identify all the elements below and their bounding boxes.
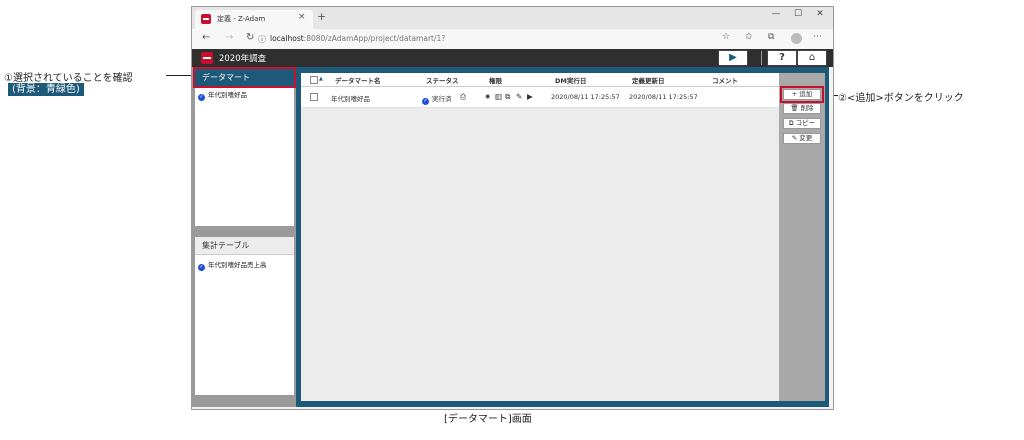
more-menu-icon[interactable]: ⋯ xyxy=(813,32,822,42)
app-logo-icon xyxy=(201,52,213,64)
datamart-list-item[interactable]: ✓ 年代別嗜好品 xyxy=(198,89,247,101)
highlight-datamart-header xyxy=(193,67,296,88)
header-divider xyxy=(761,51,762,65)
browser-window: 定義 - Z-Adam × + — ☐ ✕ ← → ↻ ⓘ localhost:… xyxy=(191,6,834,410)
column-header-comment[interactable]: コメント xyxy=(712,75,738,85)
select-all-checkbox[interactable] xyxy=(310,76,318,84)
delete-row-icon[interactable]: ▥ xyxy=(495,92,502,101)
annotation-line-left xyxy=(166,75,193,76)
url-host: localhost xyxy=(270,34,304,43)
row-def-date: 2020/08/11 17:25:57 xyxy=(629,93,698,101)
row-status-label: 実行済 xyxy=(432,95,452,103)
project-title: 2020年調査 xyxy=(219,54,267,64)
aggregate-list-item[interactable]: ✓ 年代別嗜好品売上高 xyxy=(198,259,267,271)
check-icon: ✓ xyxy=(198,264,205,271)
profile-avatar[interactable] xyxy=(791,33,802,44)
status-check-icon: ✓ xyxy=(422,98,429,105)
annotation-background-note: (背景：青緑色) xyxy=(8,83,84,96)
maximize-icon[interactable]: ☐ xyxy=(789,9,807,19)
table-row[interactable]: 年代別嗜好品 ✓ 実行済 ⎙ ◉ ▥ ⧉ ✎ ▶ 2020/08/11 17:25… xyxy=(301,87,779,108)
annotation-add-note: ②<追加>ボタンをクリック xyxy=(838,93,964,104)
figure-caption: [データマート]画面 xyxy=(444,414,532,425)
column-header-permission[interactable]: 権限 xyxy=(489,75,502,85)
aggregate-panel-header[interactable]: 集計テーブル xyxy=(195,237,294,255)
run-button[interactable]: ▶ xyxy=(718,50,748,66)
browser-tab[interactable]: 定義 - Z-Adam × xyxy=(195,10,313,29)
address-bar: ← → ↻ ⓘ localhost:8080/zAdamApp/project/… xyxy=(192,29,833,50)
column-header-name[interactable]: データマート名 xyxy=(335,75,381,85)
app-favicon-icon xyxy=(201,14,211,24)
run-row-icon[interactable]: ▶ xyxy=(527,92,533,101)
print-icon[interactable]: ⎙ xyxy=(460,92,466,102)
site-info-icon[interactable]: ⓘ xyxy=(258,34,266,45)
datamart-table xyxy=(301,73,779,401)
tab-bar: 定義 - Z-Adam × + — ☐ ✕ xyxy=(192,7,833,29)
copy-row-icon[interactable]: ⧉ xyxy=(505,92,510,102)
row-checkbox[interactable] xyxy=(310,93,318,101)
forward-icon[interactable]: → xyxy=(225,32,233,43)
help-button[interactable]: ? xyxy=(767,50,797,66)
app-header: 2020年調査 ▶ ? ⌂ xyxy=(192,49,833,67)
copy-button[interactable]: ⧉ コピー xyxy=(783,118,821,129)
column-header-dm-date[interactable]: DM実行日 xyxy=(555,75,586,85)
url-path: :8080/zAdamApp/project/datamart/1? xyxy=(303,34,446,43)
reload-icon[interactable]: ↻ xyxy=(246,32,254,43)
check-icon: ✓ xyxy=(198,94,205,101)
window-close-icon[interactable]: ✕ xyxy=(811,9,829,19)
column-header-status[interactable]: ステータス xyxy=(426,75,459,85)
annotation-select-note: ①選択されていることを確認 xyxy=(4,73,133,84)
view-icon[interactable]: ◉ xyxy=(485,93,490,100)
collections-icon[interactable]: ⧉ xyxy=(768,32,774,42)
home-button[interactable]: ⌂ xyxy=(797,50,827,66)
tab-close-icon[interactable]: × xyxy=(298,12,306,22)
sort-icon[interactable]: ▲ xyxy=(319,76,323,82)
table-header-row: ▲ データマート名 ステータス 権限 DM実行日 定義更新日 コメント xyxy=(301,73,779,87)
aggregate-panel-title: 集計テーブル xyxy=(202,241,250,250)
aggregate-item-label: 年代別嗜好品売上高 xyxy=(208,261,267,269)
highlight-add-button xyxy=(780,86,824,103)
delete-button[interactable]: 🗑 削除 xyxy=(783,103,821,114)
edit-button[interactable]: ✎ 変更 xyxy=(783,133,821,144)
tab-title: 定義 - Z-Adam xyxy=(217,15,266,23)
row-dm-date: 2020/08/11 17:25:57 xyxy=(551,93,620,101)
column-header-def-date[interactable]: 定義更新日 xyxy=(632,75,665,85)
back-icon[interactable]: ← xyxy=(202,32,210,43)
row-name: 年代別嗜好品 xyxy=(331,95,370,103)
row-status: ✓ 実行済 xyxy=(422,93,452,105)
edit-row-icon[interactable]: ✎ xyxy=(516,92,522,101)
url-field[interactable]: localhost:8080/zAdamApp/project/datamart… xyxy=(270,34,445,43)
new-tab-icon[interactable]: + xyxy=(317,10,326,23)
minimize-icon[interactable]: — xyxy=(767,9,785,19)
favorite-star-icon[interactable]: ☆ xyxy=(722,32,730,42)
favorites-icon[interactable]: ✩ xyxy=(745,32,753,42)
datamart-item-label: 年代別嗜好品 xyxy=(208,91,247,99)
